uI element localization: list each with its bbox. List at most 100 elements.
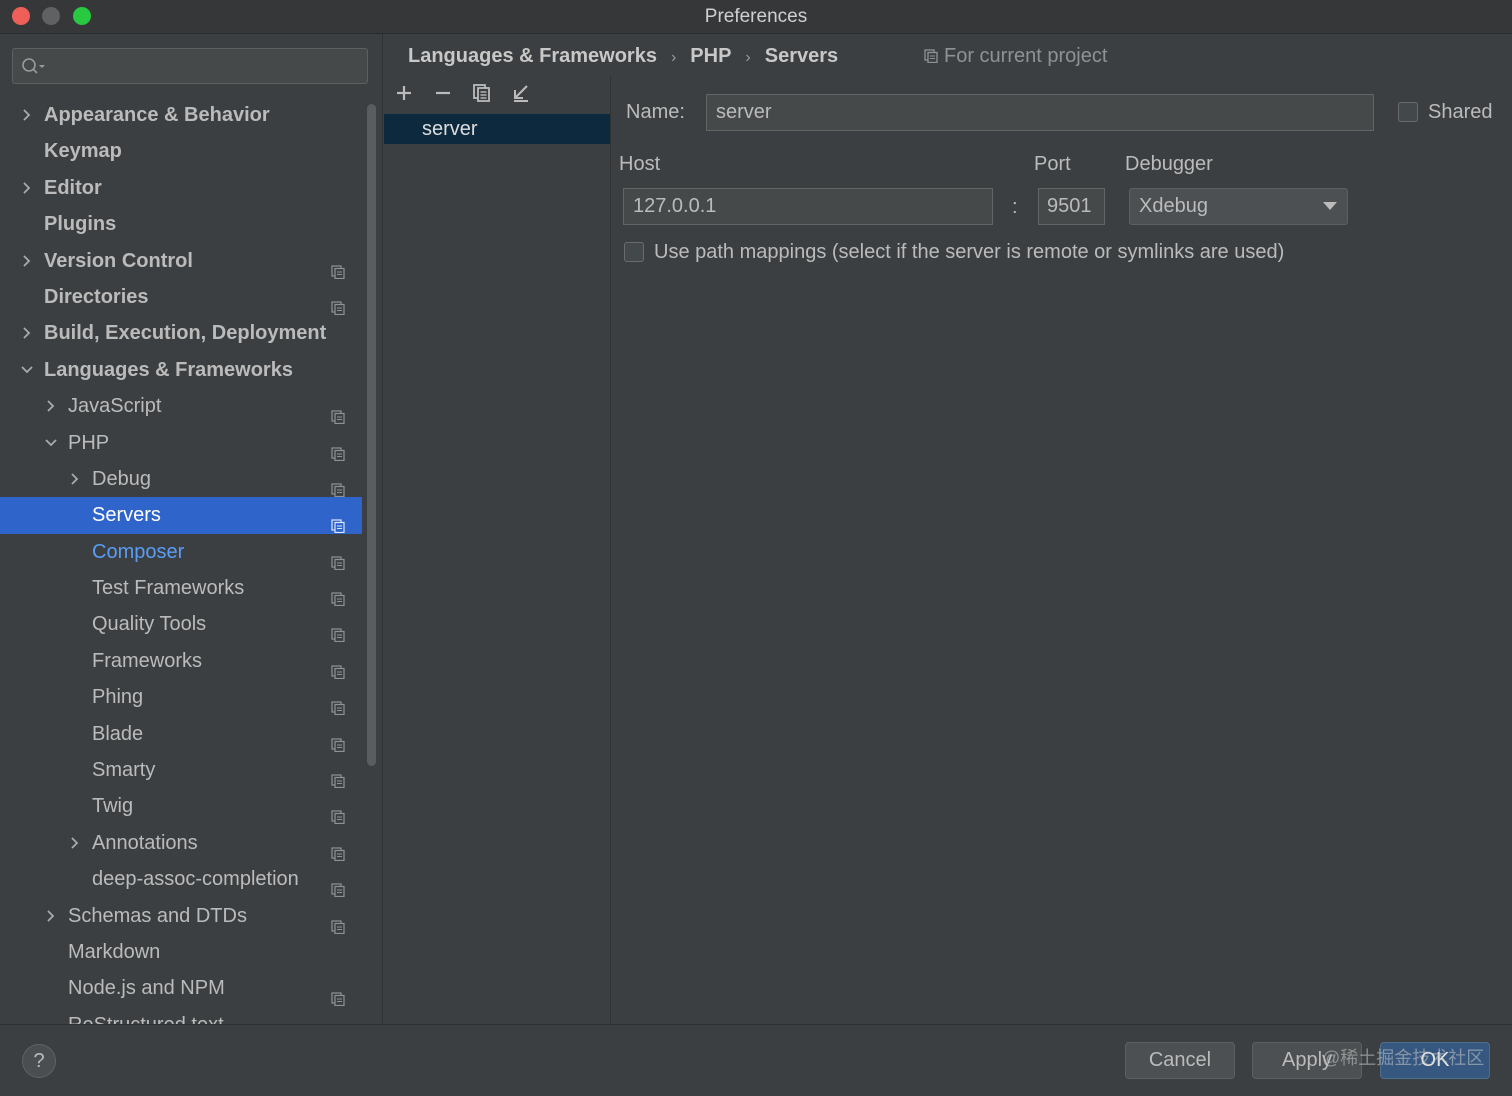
search-input[interactable] bbox=[12, 48, 368, 84]
chevron-right-icon[interactable] bbox=[44, 898, 58, 934]
help-button[interactable]: ? bbox=[22, 1044, 56, 1078]
sidebar-item-test-frameworks[interactable]: Test Frameworks bbox=[0, 570, 362, 607]
copy-server-button[interactable] bbox=[469, 80, 495, 106]
host-port-colon: : bbox=[1012, 196, 1018, 218]
use-path-mappings-checkbox[interactable] bbox=[624, 242, 644, 262]
sidebar-item-label: Build, Execution, Deployment bbox=[44, 322, 327, 345]
sidebar-item-editor[interactable]: Editor bbox=[0, 170, 362, 206]
minus-icon bbox=[436, 91, 450, 95]
sidebar-item-smarty[interactable]: Smarty bbox=[0, 752, 362, 789]
sidebar-item-version-control[interactable]: Version Control bbox=[0, 243, 362, 279]
sidebar-item-keymap[interactable]: Keymap bbox=[0, 133, 362, 169]
project-scope-icon bbox=[331, 910, 345, 934]
sidebar-item-label: ReStructured text bbox=[68, 1007, 224, 1024]
project-scope-icon bbox=[331, 473, 345, 498]
sidebar-item-deep-assoc-completion[interactable]: deep-assoc-completion bbox=[0, 861, 362, 898]
search-icon bbox=[22, 58, 45, 74]
settings-sidebar: Appearance & Behavior Keymap Editor Plugins… bbox=[0, 34, 383, 1024]
sidebar-item-blade[interactable]: Blade bbox=[0, 716, 362, 752]
sidebar-item-quality-tools[interactable]: Quality Tools bbox=[0, 606, 362, 643]
sidebar-item-label: Editor bbox=[44, 176, 102, 199]
breadcrumb-item-php[interactable]: PHP bbox=[690, 45, 731, 68]
server-list-item-label: server bbox=[422, 118, 478, 140]
chevron-down-icon[interactable] bbox=[20, 352, 34, 388]
sidebar-item-label: Markdown bbox=[68, 940, 161, 963]
sidebar-item-label: deep-assoc-completion bbox=[92, 868, 299, 891]
scope-label: For current project bbox=[944, 45, 1108, 67]
sidebar-item-debug[interactable]: Debug bbox=[0, 461, 362, 498]
project-scope-icon bbox=[331, 291, 345, 316]
sidebar-item-phing[interactable]: Phing bbox=[0, 679, 362, 716]
copy-icon bbox=[473, 84, 490, 102]
import-arrow-icon bbox=[514, 85, 528, 102]
sidebar-item-php[interactable]: PHP bbox=[0, 425, 362, 461]
scope-indicator: For current project bbox=[924, 45, 1107, 68]
use-path-mappings-label: Use path mappings (select if the server … bbox=[654, 241, 1285, 263]
breadcrumb-separator: › bbox=[745, 49, 751, 66]
sidebar-item-label: Annotations bbox=[92, 831, 198, 854]
sidebar-item-composer[interactable]: Composer bbox=[0, 534, 362, 570]
chevron-right-icon[interactable] bbox=[68, 461, 82, 497]
sidebar-item-label: Languages & Frameworks bbox=[44, 358, 293, 381]
chevron-right-icon[interactable] bbox=[68, 825, 82, 861]
name-input[interactable]: server bbox=[706, 94, 1374, 131]
sidebar-item-twig[interactable]: Twig bbox=[0, 788, 362, 825]
shared-checkbox[interactable] bbox=[1398, 102, 1418, 122]
server-list-item[interactable]: server bbox=[384, 114, 610, 144]
sidebar-item-label: Node.js and NPM bbox=[68, 977, 225, 1000]
project-scope-icon bbox=[331, 546, 345, 570]
sidebar-item-label: Smarty bbox=[92, 759, 156, 782]
sidebar-item-restructured-text[interactable]: ReStructured text bbox=[0, 1007, 362, 1024]
breadcrumb: Languages & Frameworks › PHP › Servers bbox=[408, 45, 838, 73]
server-list-toolbar bbox=[384, 76, 610, 112]
host-input[interactable]: 127.0.0.1 bbox=[623, 188, 993, 225]
remove-server-button[interactable] bbox=[430, 80, 456, 106]
chevron-right-icon[interactable] bbox=[20, 97, 34, 133]
sidebar-item-javascript[interactable]: JavaScript bbox=[0, 388, 362, 425]
sidebar-item-label: Appearance & Behavior bbox=[44, 104, 270, 126]
project-scope-icon bbox=[331, 982, 345, 1007]
sidebar-item-schemas-and-dtds[interactable]: Schemas and DTDs bbox=[0, 898, 362, 934]
chevron-right-icon[interactable] bbox=[44, 388, 58, 424]
watermark: @稀土掘金技术社区 bbox=[1322, 1048, 1485, 1068]
sidebar-item-languages-frameworks[interactable]: Languages & Frameworks bbox=[0, 352, 362, 388]
sidebar-item-label: Version Control bbox=[44, 249, 193, 272]
cancel-button[interactable]: Cancel bbox=[1125, 1042, 1235, 1079]
chevron-right-icon[interactable] bbox=[20, 170, 34, 206]
sidebar-item-servers[interactable]: Servers bbox=[0, 497, 362, 534]
sidebar-item-annotations[interactable]: Annotations bbox=[0, 825, 362, 861]
sidebar-item-appearance-behavior[interactable]: Appearance & Behavior bbox=[0, 97, 362, 133]
project-scope-icon bbox=[331, 728, 345, 752]
sidebar-item-label: Quality Tools bbox=[92, 613, 207, 636]
sidebar-item-directories[interactable]: Directories bbox=[0, 279, 362, 316]
sidebar-item-frameworks[interactable]: Frameworks bbox=[0, 643, 362, 679]
project-scope-icon bbox=[331, 582, 345, 607]
breadcrumb-item-languages[interactable]: Languages & Frameworks bbox=[408, 45, 657, 68]
debugger-select[interactable]: Xdebug bbox=[1129, 188, 1348, 225]
sidebar-item-plugins[interactable]: Plugins bbox=[0, 206, 362, 242]
sidebar-item-label: Directories bbox=[44, 285, 149, 308]
chevron-right-icon[interactable] bbox=[20, 243, 34, 279]
sidebar-item-label: Schemas and DTDs bbox=[68, 904, 247, 927]
project-scope-icon bbox=[331, 255, 345, 279]
add-server-button[interactable] bbox=[391, 80, 417, 106]
sidebar-item-label: Keymap bbox=[44, 140, 122, 163]
name-label: Name: bbox=[626, 101, 685, 123]
sidebar-scrollbar[interactable] bbox=[367, 104, 376, 766]
project-scope-icon bbox=[331, 655, 345, 679]
breadcrumb-separator: › bbox=[670, 49, 677, 66]
sidebar-item-label: Phing bbox=[92, 686, 144, 709]
chevron-right-icon[interactable] bbox=[20, 315, 34, 351]
chevron-down-icon[interactable] bbox=[44, 425, 58, 461]
import-server-button[interactable] bbox=[508, 80, 534, 106]
server-list-panel: server bbox=[384, 76, 611, 1024]
sidebar-item-build-execution-deployment[interactable]: Build, Execution, Deployment bbox=[0, 315, 362, 351]
sidebar-item-label: JavaScript bbox=[68, 395, 162, 418]
project-scope-icon bbox=[331, 691, 345, 716]
port-input[interactable]: 9501 bbox=[1038, 188, 1105, 225]
sidebar-item-markdown[interactable]: Markdown bbox=[0, 934, 362, 970]
sidebar-item-label: Servers bbox=[92, 504, 161, 527]
debugger-label: Debugger bbox=[1125, 153, 1213, 175]
sidebar-item-node-js-and-npm[interactable]: Node.js and NPM bbox=[0, 970, 362, 1007]
chevron-down-icon bbox=[1323, 202, 1337, 210]
